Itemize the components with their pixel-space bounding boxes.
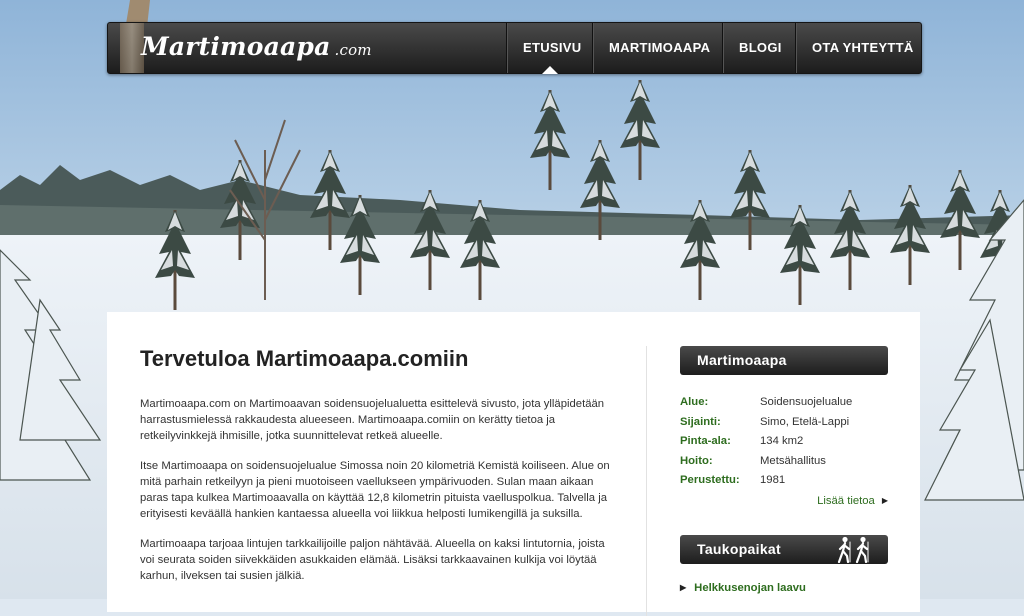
hikers-icon <box>837 536 869 563</box>
column-divider <box>646 346 647 616</box>
info-box-title: Martimoaapa <box>680 346 888 375</box>
nav-item-blogi[interactable]: BLOGI <box>722 23 795 73</box>
info-row: Alue: Soidensuojelualue <box>680 393 888 413</box>
rest-stops-title: Taukopaikat <box>697 540 781 557</box>
nav-item-etusivu[interactable]: ETUSIVU <box>506 23 592 74</box>
info-row: Sijainti: Simo, Etelä-Lappi <box>680 413 888 433</box>
info-label-sijainti: Sijainti: <box>680 415 721 428</box>
info-box: Martimoaapa Alue: Soidensuojelualue Sija… <box>680 346 888 507</box>
triangle-right-icon: ▶ <box>881 495 888 505</box>
info-label-pinta-ala: Pinta-ala: <box>680 435 731 447</box>
info-value-hoito: Metsähallitus <box>760 454 826 467</box>
rest-stops-box: Taukopaikat ▶ Helkkusenojan laavu <box>680 534 888 594</box>
intro-paragraph-3: Martimoaapa tarjoaa lintujen tarkkailijo… <box>140 538 605 582</box>
nav-item-martimoaapa[interactable]: MARTIMOAAPA <box>592 23 722 73</box>
info-row: Hoito: Metsähallitus <box>680 452 888 472</box>
brand-name: Martimoaapa <box>141 32 331 61</box>
intro-paragraph-2: Itse Martimoaapa on soidensuojelualue Si… <box>140 460 610 520</box>
article: Tervetuloa Martimoaapa.comiin Martimoaap… <box>140 346 610 598</box>
info-label-alue: Alue: <box>680 396 709 408</box>
info-label-perustettu: Perustettu: <box>680 474 740 486</box>
site-logo[interactable]: Martimoaapa .com <box>141 32 372 61</box>
brand-tld: .com <box>334 41 372 59</box>
info-table: Alue: Soidensuojelualue Sijainti: Simo, … <box>680 393 888 491</box>
more-info-link[interactable]: Lisää tietoa ▶ <box>680 495 888 507</box>
info-row: Pinta-ala: 134 km2 <box>680 432 888 452</box>
info-value-pinta-ala: 134 km2 <box>760 435 804 447</box>
triangle-right-icon: ▶ <box>680 582 687 592</box>
main-menu: ETUSIVU MARTIMOAAPA BLOGI OTA YHTEYTTÄ <box>506 23 921 74</box>
main-content-panel: Tervetuloa Martimoaapa.comiin Martimoaap… <box>107 312 920 616</box>
intro-paragraph-1: Martimoaapa.com on Martimoaavan soidensu… <box>140 398 605 442</box>
page-title: Tervetuloa Martimoaapa.comiin <box>140 346 469 371</box>
sidebar: Martimoaapa Alue: Soidensuojelualue Sija… <box>680 346 888 594</box>
info-row: Perustettu: 1981 <box>680 471 888 491</box>
nav-item-ota-yhteytta[interactable]: OTA YHTEYTTÄ <box>795 23 921 73</box>
rest-stop-label: Helkkusenojan laavu <box>694 581 806 594</box>
rest-stops-header: Taukopaikat <box>680 534 888 564</box>
more-info-label: Lisää tietoa <box>817 494 875 507</box>
rest-stop-item[interactable]: ▶ Helkkusenojan laavu <box>680 582 888 594</box>
top-navigation-bar: Martimoaapa .com ETUSIVU MARTIMOAAPA BLOG… <box>107 22 922 74</box>
info-value-perustettu: 1981 <box>760 474 786 486</box>
info-value-sijainti: Simo, Etelä-Lappi <box>760 415 850 428</box>
info-label-hoito: Hoito: <box>680 454 713 467</box>
info-value-alue: Soidensuojelualue <box>760 396 853 408</box>
